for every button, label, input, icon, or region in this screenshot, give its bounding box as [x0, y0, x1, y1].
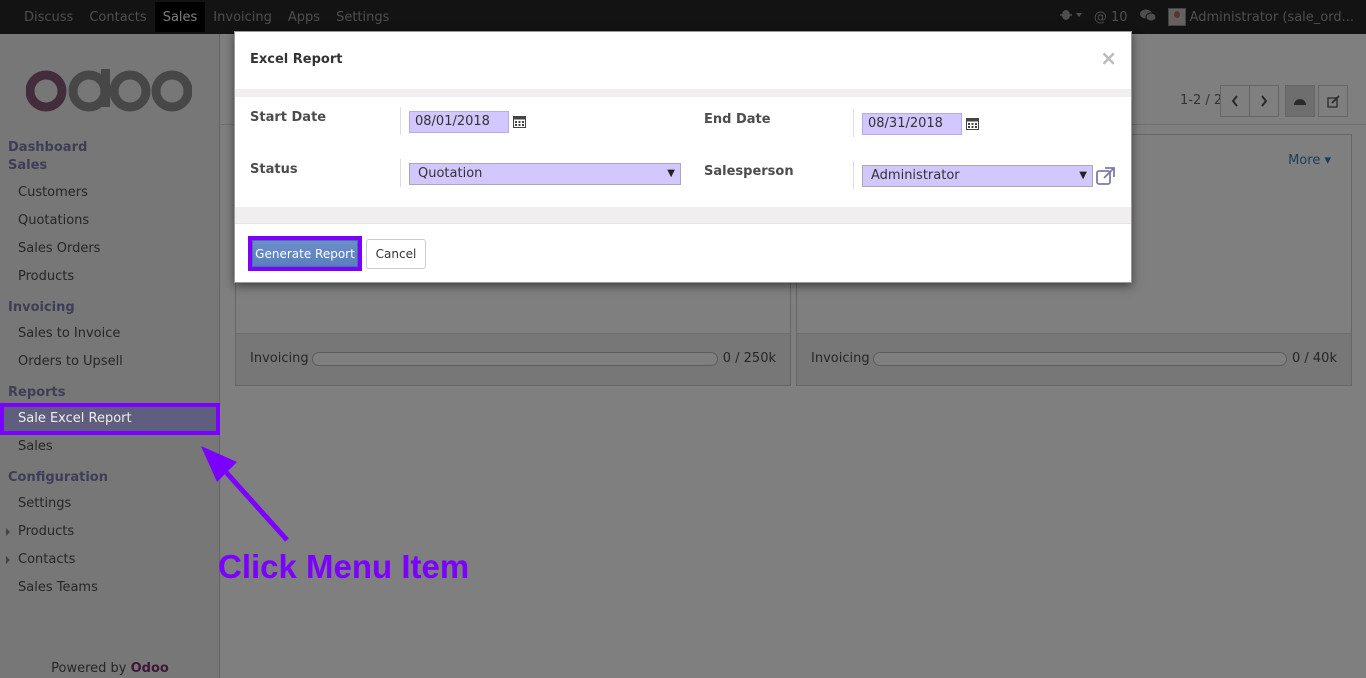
- start-date-label: Start Date: [250, 110, 327, 125]
- salesperson-label: Salesperson: [704, 164, 794, 179]
- start-date-field[interactable]: 08/01/2018: [409, 111, 509, 133]
- external-link-icon[interactable]: [1096, 167, 1115, 185]
- select-arrow-icon: ▼: [1079, 170, 1087, 181]
- dialog-body: Start Date 08/01/2018 End Date 08/31/201…: [235, 89, 1131, 223]
- status-label: Status: [250, 162, 298, 177]
- field-divider: [853, 109, 854, 137]
- calendar-icon[interactable]: [966, 117, 979, 130]
- field-divider: [400, 107, 401, 135]
- generate-report-button[interactable]: Generate Report: [252, 240, 358, 267]
- form-sheet: Start Date 08/01/2018 End Date 08/31/201…: [235, 97, 1131, 207]
- excel-report-dialog: Excel Report × Start Date 08/01/2018 End…: [234, 31, 1132, 283]
- dialog-footer: Generate Report Cancel: [235, 223, 1131, 282]
- generate-report-highlight: Generate Report: [248, 236, 362, 271]
- field-divider: [400, 159, 401, 187]
- calendar-icon[interactable]: [513, 115, 526, 128]
- close-icon[interactable]: ×: [1100, 46, 1117, 70]
- annotation-arrow-icon: [201, 446, 289, 542]
- salesperson-selected-value: Administrator: [871, 168, 960, 183]
- end-date-label: End Date: [704, 112, 771, 127]
- status-select[interactable]: Quotation ▼: [409, 163, 681, 185]
- highlighted-sale-excel-report[interactable]: Sale Excel Report: [0, 403, 220, 435]
- end-date-field[interactable]: 08/31/2018: [862, 113, 962, 135]
- annotation-text: Click Menu Item: [218, 548, 470, 585]
- salesperson-select[interactable]: Administrator ▼: [862, 165, 1093, 187]
- field-divider: [853, 161, 854, 189]
- status-selected-value: Quotation: [418, 166, 483, 181]
- select-arrow-icon: ▼: [667, 168, 675, 179]
- dialog-title: Excel Report: [250, 52, 343, 67]
- cancel-button[interactable]: Cancel: [366, 239, 426, 269]
